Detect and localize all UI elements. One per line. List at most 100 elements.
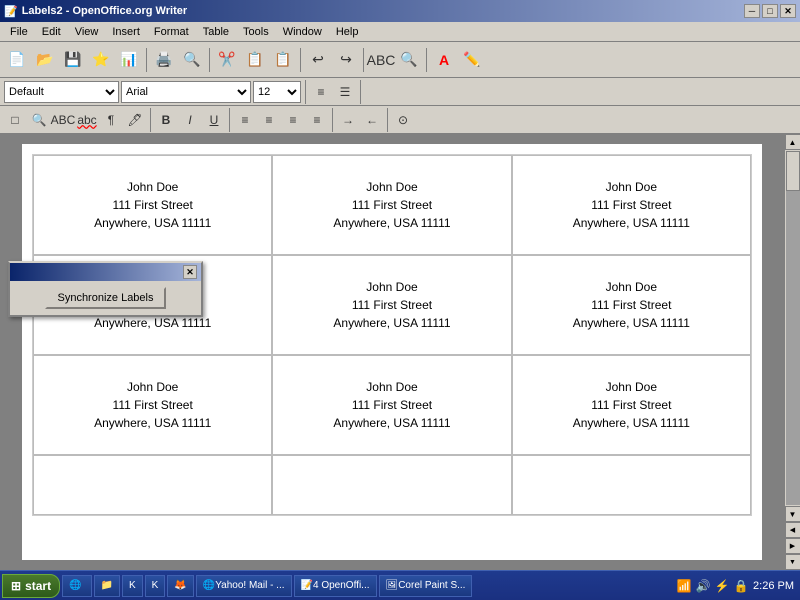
text-color-btn[interactable]: A <box>431 47 457 73</box>
menu-window[interactable]: Window <box>277 24 328 40</box>
spellcheck2-btn[interactable]: ABC <box>52 109 74 131</box>
zoom-btn[interactable]: 🔍 <box>28 109 50 131</box>
label-cell-1-1: John Doe 111 First Street Anywhere, USA … <box>33 155 272 255</box>
tray-icon-3[interactable]: ⚡ <box>714 578 730 594</box>
minimize-button[interactable]: ─ <box>744 4 760 18</box>
size-select[interactable]: 12 <box>253 81 301 103</box>
align-right-btn[interactable]: ≡ <box>282 109 304 131</box>
undo-btn[interactable]: ↩ <box>305 47 331 73</box>
print-btn[interactable]: 🖨️ <box>151 47 177 73</box>
open-btn[interactable]: 📂 <box>32 47 58 73</box>
taskbar-item-yahoo[interactable]: 🌐 Yahoo! Mail - ... <box>196 575 292 597</box>
main-area: John Doe 111 First Street Anywhere, USA … <box>0 134 800 570</box>
align-left-btn[interactable]: ≡ <box>234 109 256 131</box>
bold-btn[interactable]: B <box>155 109 177 131</box>
scroll-extra-btn3[interactable]: ▼ <box>785 554 800 570</box>
label-name-2-3: John Doe <box>606 278 657 296</box>
document-page: John Doe 111 First Street Anywhere, USA … <box>22 144 762 560</box>
list-ordered-btn[interactable]: ☰ <box>334 81 356 103</box>
menu-view[interactable]: View <box>69 24 105 40</box>
close-button[interactable]: ✕ <box>780 4 796 18</box>
maximize-button[interactable]: □ <box>762 4 778 18</box>
menu-file[interactable]: File <box>4 24 34 40</box>
taskbar-item-openoffice[interactable]: 📝 4 OpenOffi... <box>294 575 377 597</box>
tray-icon-1[interactable]: 📶 <box>676 578 692 594</box>
label-city-1-2: Anywhere, USA 11111 <box>333 214 450 232</box>
label-cell-4-3 <box>512 455 751 515</box>
menu-edit[interactable]: Edit <box>36 24 67 40</box>
highlight2-btn[interactable]: 🖊 <box>124 109 146 131</box>
cut-btn[interactable]: ✂️ <box>214 47 240 73</box>
firefox-icon: 🦊 <box>174 580 186 591</box>
export-btn[interactable]: 📊 <box>116 47 142 73</box>
align-center-btn[interactable]: ≡ <box>258 109 280 131</box>
app-icon: 📝 <box>4 5 18 18</box>
border-btn[interactable]: □ <box>4 109 26 131</box>
highlight-btn[interactable]: ✏️ <box>459 47 485 73</box>
window-title: Labels2 - OpenOffice.org Writer <box>22 5 187 17</box>
style-select[interactable]: Default <box>4 81 119 103</box>
taskbar-item-firefox[interactable]: 🦊 <box>167 575 193 597</box>
copy-btn[interactable]: 📋 <box>242 47 268 73</box>
tray-icon-2[interactable]: 🔊 <box>695 578 711 594</box>
new-btn[interactable]: 📄 <box>4 47 30 73</box>
redo-btn[interactable]: ↪ <box>333 47 359 73</box>
list-unordered-btn[interactable]: ≡ <box>310 81 332 103</box>
scroll-up-btn[interactable]: ▲ <box>785 134 800 150</box>
label-street-1-2: 111 First Street <box>352 196 432 214</box>
font-select[interactable]: Arial <box>121 81 251 103</box>
scroll-extra-btn2[interactable]: ▶ <box>785 538 800 554</box>
indent-more-btn[interactable]: → <box>337 109 359 131</box>
label-city-3-1: Anywhere, USA 11111 <box>94 414 211 432</box>
sync-dialog-close-btn[interactable]: ✕ <box>183 265 197 279</box>
sep5 <box>426 48 427 72</box>
menu-table[interactable]: Table <box>197 24 235 40</box>
scroll-thumb[interactable] <box>786 151 800 191</box>
sep6 <box>305 80 306 104</box>
menu-tools[interactable]: Tools <box>237 24 275 40</box>
italic-btn[interactable]: I <box>179 109 201 131</box>
sep9 <box>229 108 230 132</box>
ie-icon: 🌐 <box>69 580 81 591</box>
label-street-3-1: 111 First Street <box>113 396 193 414</box>
label-name-3-3: John Doe <box>606 378 657 396</box>
yahoo-label: Yahoo! Mail - ... <box>215 580 284 591</box>
preview-btn[interactable]: 🔍 <box>179 47 205 73</box>
format-marks-btn[interactable]: ¶ <box>100 109 122 131</box>
scroll-extra-btn1[interactable]: ◀ <box>785 522 800 538</box>
indent-less-btn[interactable]: ← <box>361 109 383 131</box>
format-toolbar2: □ 🔍 ABC abc ¶ 🖊 B I U ≡ ≡ ≡ ≡ → ← ⊙ ✕ Sy… <box>0 106 800 134</box>
tray-icon-4[interactable]: 🔒 <box>733 578 749 594</box>
menu-help[interactable]: Help <box>330 24 365 40</box>
align-justify-btn[interactable]: ≡ <box>306 109 328 131</box>
save-btn[interactable]: 💾 <box>60 47 86 73</box>
oo-icon: 📝 <box>301 580 313 591</box>
navigator-btn[interactable]: ⊙ <box>392 109 414 131</box>
taskbar-item-corel[interactable]: 🖼 Corel Paint S... <box>379 575 473 597</box>
scroll-down-btn[interactable]: ▼ <box>785 506 800 522</box>
label-street-1-3: 111 First Street <box>591 196 671 214</box>
label-cell-3-2: John Doe 111 First Street Anywhere, USA … <box>272 355 511 455</box>
label-name-1-2: John Doe <box>366 178 417 196</box>
taskbar-item-ie[interactable]: 🌐 <box>62 575 91 597</box>
paste-btn[interactable]: 📋 <box>270 47 296 73</box>
spell3-btn[interactable]: abc <box>76 109 98 131</box>
menu-format[interactable]: Format <box>148 24 195 40</box>
taskbar-item-folder[interactable]: 📁 <box>94 575 120 597</box>
start-label: start <box>25 579 51 593</box>
sep7 <box>360 80 361 104</box>
format-toolbar: Default Arial 12 ≡ ☰ <box>0 78 800 106</box>
scroll-track[interactable] <box>786 151 800 505</box>
start-button[interactable]: ⊞ start <box>2 574 60 598</box>
star-btn[interactable]: ⭐ <box>88 47 114 73</box>
menu-insert[interactable]: Insert <box>106 24 146 40</box>
spellcheck-btn[interactable]: ABC <box>368 47 394 73</box>
find-btn[interactable]: 🔍 <box>396 47 422 73</box>
synchronize-labels-button[interactable]: Synchronize Labels <box>45 287 165 309</box>
taskbar-item-k2[interactable]: K <box>145 575 166 597</box>
corel-icon: 🖼 <box>386 580 399 591</box>
underline-btn[interactable]: U <box>203 109 225 131</box>
label-street-2-3: 111 First Street <box>591 296 671 314</box>
taskbar-item-k1[interactable]: K <box>122 575 143 597</box>
label-street-3-2: 111 First Street <box>352 396 432 414</box>
